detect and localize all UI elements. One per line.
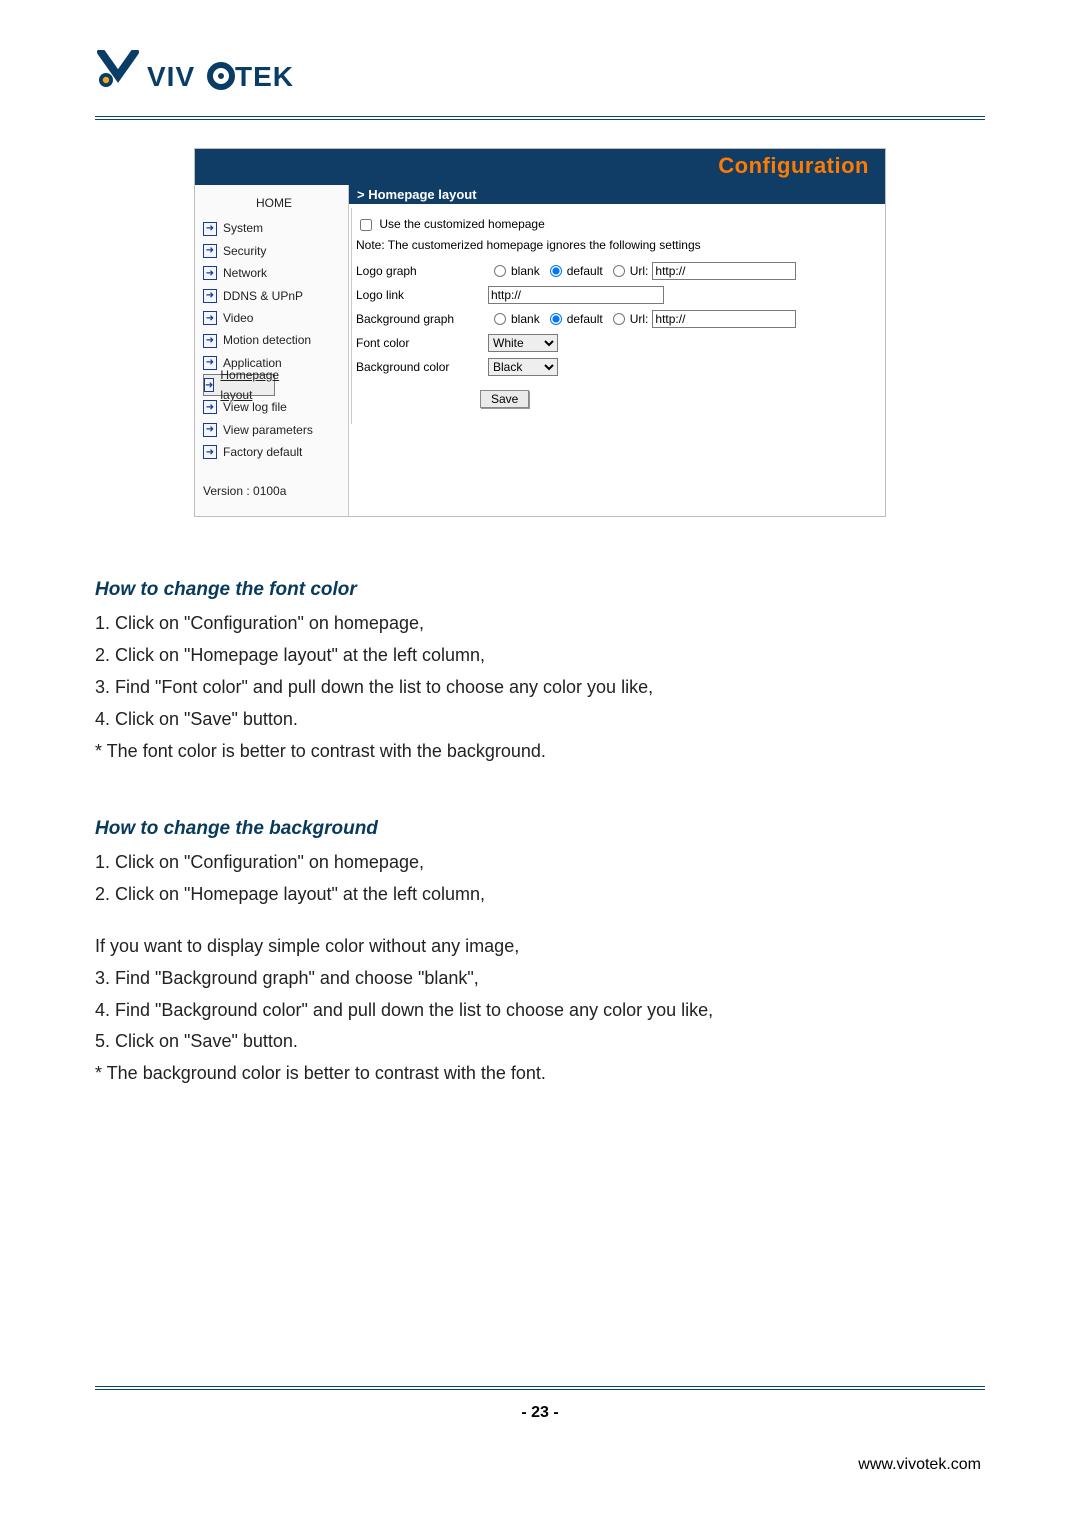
radio-bg-blank[interactable] xyxy=(494,313,506,325)
nav-item-factory-default[interactable]: ➜Factory default xyxy=(203,441,345,463)
manual-text: How to change the font color 1. Click on… xyxy=(95,575,985,1089)
vivotek-wordmark-icon: VIV TEK xyxy=(147,60,313,94)
nav-item-view-log-file[interactable]: ➜View log file xyxy=(203,396,345,418)
page-footer: - 23 - www.vivotek.com xyxy=(95,1364,985,1474)
section-background: How to change the background 1. Click on… xyxy=(95,814,985,1089)
arrow-right-icon: ➜ xyxy=(203,266,217,280)
vivotek-mark-icon xyxy=(95,50,141,94)
row-logo-graph: Logo graph blank default Url: xyxy=(356,262,869,280)
heading-font-color: How to change the font color xyxy=(95,575,985,604)
arrow-right-icon: ➜ xyxy=(203,400,217,414)
section-font-color: How to change the font color 1. Click on… xyxy=(95,575,985,766)
arrow-right-icon: ➜ xyxy=(203,423,217,437)
config-title: Configuration xyxy=(195,149,885,185)
svg-text:TEK: TEK xyxy=(235,61,294,92)
arrow-right-icon: ➜ xyxy=(204,378,214,392)
radio-logo-url[interactable] xyxy=(613,265,625,277)
arrow-right-icon: ➜ xyxy=(203,311,217,325)
row-logo-link: Logo link xyxy=(356,286,869,304)
nav-item-motion-detection[interactable]: ➜Motion detection xyxy=(203,329,345,351)
input-logo-link[interactable] xyxy=(488,286,664,304)
use-custom-checkbox[interactable] xyxy=(360,219,372,231)
brand-logo: VIV TEK xyxy=(95,50,985,94)
nav-item-view-parameters[interactable]: ➜View parameters xyxy=(203,419,345,441)
config-nav: HOME ➜System ➜Security ➜Network ➜DDNS & … xyxy=(195,185,349,516)
label-bg-color: Background color xyxy=(356,360,478,374)
nav-version: Version : 0100a xyxy=(203,481,345,501)
custom-note: Note: The customerized homepage ignores … xyxy=(356,238,869,252)
select-bg-color[interactable]: Black xyxy=(488,358,558,376)
arrow-right-icon: ➜ xyxy=(203,445,217,459)
nav-item-network[interactable]: ➜Network xyxy=(203,262,345,284)
radio-logo-blank[interactable] xyxy=(494,265,506,277)
nav-item-video[interactable]: ➜Video xyxy=(203,307,345,329)
row-bg-graph: Background graph blank default Url: xyxy=(356,310,869,328)
nav-home[interactable]: HOME xyxy=(203,191,345,217)
top-divider xyxy=(95,116,985,120)
svg-text:VIV: VIV xyxy=(147,61,195,92)
arrow-right-icon: ➜ xyxy=(203,244,217,258)
use-custom-label: Use the customized homepage xyxy=(379,217,544,231)
nav-item-system[interactable]: ➜System xyxy=(203,217,345,239)
label-logo-link: Logo link xyxy=(356,288,478,302)
page-number: - 23 - xyxy=(95,1404,985,1422)
label-font-color: Font color xyxy=(356,336,478,350)
page: VIV TEK Configuration HOME ➜System ➜Secu… xyxy=(0,0,1080,1528)
radio-logo-default[interactable] xyxy=(550,265,562,277)
arrow-right-icon: ➜ xyxy=(203,356,217,370)
input-logo-url[interactable] xyxy=(652,262,796,280)
arrow-right-icon: ➜ xyxy=(203,222,217,236)
use-custom-row: Use the customized homepage xyxy=(356,216,869,234)
radio-bg-default[interactable] xyxy=(550,313,562,325)
config-screenshot: Configuration HOME ➜System ➜Security ➜Ne… xyxy=(194,148,886,517)
heading-background: How to change the background xyxy=(95,814,985,843)
label-bg-graph: Background graph xyxy=(356,312,478,326)
input-bg-url[interactable] xyxy=(652,310,796,328)
config-main: > Homepage layout Use the customized hom… xyxy=(349,185,885,516)
arrow-right-icon: ➜ xyxy=(203,334,217,348)
arrow-right-icon: ➜ xyxy=(203,289,217,303)
nav-item-homepage-layout[interactable]: ➜Homepage layout xyxy=(203,374,275,396)
radio-bg-url[interactable] xyxy=(613,313,625,325)
site-url: www.vivotek.com xyxy=(95,1456,985,1474)
nav-item-ddns-upnp[interactable]: ➜DDNS & UPnP xyxy=(203,285,345,307)
nav-item-security[interactable]: ➜Security xyxy=(203,240,345,262)
bottom-divider xyxy=(95,1386,985,1390)
select-font-color[interactable]: White xyxy=(488,334,558,352)
label-logo-graph: Logo graph xyxy=(356,264,478,278)
section-header: > Homepage layout xyxy=(349,185,885,204)
save-button[interactable]: Save xyxy=(480,390,529,408)
row-bg-color: Background color Black xyxy=(356,358,869,376)
row-font-color: Font color White xyxy=(356,334,869,352)
